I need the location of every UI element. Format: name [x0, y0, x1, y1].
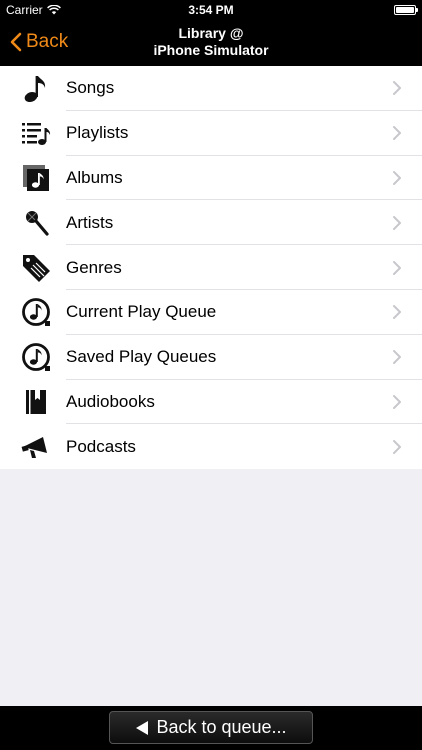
menu-item-label: Artists [66, 212, 114, 232]
navigation-bar: Back Library @ iPhone Simulator [0, 20, 422, 66]
menu-item-genres[interactable]: Genres [0, 245, 422, 290]
page-title: Library @ iPhone Simulator [100, 25, 322, 59]
saved-queue-icon [21, 342, 51, 372]
menu-item-podcasts[interactable]: Podcasts [0, 424, 422, 469]
menu-item-artists[interactable]: Artists [0, 200, 422, 245]
menu-item-songs[interactable]: Songs [0, 66, 422, 111]
megaphone-icon [21, 432, 51, 462]
battery-icon [394, 5, 418, 15]
chevron-right-icon [393, 126, 401, 141]
chevron-left-icon [10, 32, 22, 52]
chevron-right-icon [393, 305, 401, 320]
album-icon [21, 163, 51, 193]
menu-item-label: Audiobooks [66, 391, 155, 411]
menu-item-label: Songs [66, 78, 115, 98]
menu-item-audiobooks[interactable]: Audiobooks [0, 380, 422, 425]
queue-icon [21, 297, 51, 327]
microphone-icon [21, 208, 51, 238]
menu-item-saved-play-queues[interactable]: Saved Play Queues [0, 335, 422, 380]
status-time: 3:54 PM [188, 3, 234, 17]
menu-item-label: Playlists [66, 123, 129, 143]
menu-item-current-play-queue[interactable]: Current Play Queue [0, 290, 422, 335]
menu-item-label: Albums [66, 167, 123, 187]
queue-button-label: Back to queue... [156, 717, 287, 737]
chevron-right-icon [393, 394, 401, 409]
back-button[interactable]: Back [10, 31, 68, 53]
chevron-right-icon [393, 439, 401, 454]
chevron-right-icon [393, 350, 401, 365]
chevron-right-icon [393, 215, 401, 230]
menu-item-albums[interactable]: Albums [0, 156, 422, 201]
menu-item-label: Saved Play Queues [66, 347, 217, 367]
back-to-queue-button[interactable]: Back to queue... [109, 711, 313, 744]
bottom-toolbar: Back to queue... [0, 706, 422, 750]
play-back-icon [136, 720, 149, 735]
tag-icon [21, 253, 51, 283]
battery-fill [396, 7, 414, 13]
chevron-right-icon [393, 170, 401, 185]
music-note-icon [21, 73, 51, 103]
title-line-1: Library @ [178, 25, 244, 41]
back-label: Back [26, 31, 69, 52]
chevron-right-icon [393, 81, 401, 96]
book-icon [21, 387, 51, 417]
status-bar: Carrier 3:54 PM [0, 0, 422, 20]
menu-item-playlists[interactable]: Playlists [0, 111, 422, 156]
playlist-icon [21, 118, 51, 148]
chevron-right-icon [393, 260, 401, 275]
title-line-2: iPhone Simulator [153, 42, 269, 58]
menu-item-label: Current Play Queue [66, 302, 217, 322]
menu-item-label: Podcasts [66, 436, 136, 456]
library-menu: Songs Playlists Albums Artists Genres Cu… [0, 66, 422, 470]
menu-item-label: Genres [66, 257, 122, 277]
